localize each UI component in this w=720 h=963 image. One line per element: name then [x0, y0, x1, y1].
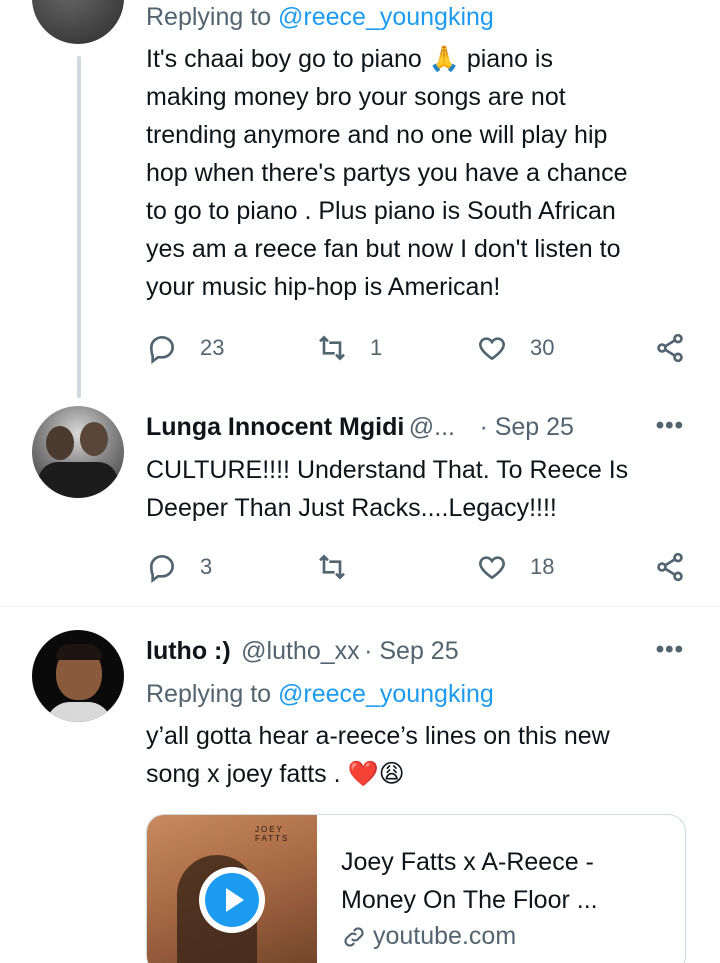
thread-line — [77, 56, 81, 398]
share-button[interactable] — [654, 328, 686, 368]
more-icon[interactable]: ••• — [656, 636, 684, 664]
memoji-shirt — [46, 702, 112, 722]
reply-icon — [149, 554, 175, 583]
retweet-icon — [319, 554, 345, 580]
display-name[interactable]: Lunga Innocent Mgidi — [146, 413, 404, 441]
tweet-text: y’all gotta hear a-reece’s lines on this… — [146, 722, 610, 788]
replying-to: Replying to @reece_youngking — [146, 3, 494, 31]
retweet-button[interactable] — [316, 547, 370, 587]
avatar[interactable] — [32, 406, 124, 498]
replying-handle[interactable]: @reece_youngking — [278, 3, 494, 31]
link-icon — [344, 926, 364, 947]
like-button[interactable]: 30 — [476, 328, 554, 368]
avatar[interactable] — [32, 0, 124, 44]
share-icon — [657, 333, 683, 363]
reply-count: 23 — [200, 335, 225, 360]
thumb-caption: JOEY FATTS — [255, 825, 290, 843]
like-count: 18 — [530, 554, 555, 579]
reply-icon — [149, 335, 175, 364]
timestamp[interactable]: · Sep 25 — [364, 637, 459, 665]
like-icon — [479, 337, 505, 361]
like-count: 30 — [530, 335, 555, 360]
play-icon[interactable] — [199, 867, 265, 933]
replying-to: Replying to @reece_youngking — [146, 680, 494, 708]
like-icon — [479, 556, 505, 580]
tweet-text: CULTURE!!!! Understand That. To Reece Is… — [146, 456, 629, 522]
share-icon — [657, 552, 683, 582]
tweet-header: Lunga Innocent Mgidi @... · Sep 25 — [146, 410, 574, 448]
tweet-actions: 23 1 30 — [146, 328, 691, 368]
memoji-hair — [56, 644, 102, 660]
retweet-button[interactable]: 1 — [316, 328, 382, 368]
handle[interactable]: @lutho_xx — [241, 637, 360, 665]
share-button[interactable] — [654, 547, 686, 587]
like-button[interactable]: 18 — [476, 547, 554, 587]
display-name[interactable]: lutho :) — [146, 637, 231, 665]
timestamp[interactable]: · Sep 25 — [479, 413, 574, 441]
tweet-text: It's chaai boy go to piano 🙏 piano is ma… — [146, 45, 628, 301]
person-shape — [46, 426, 74, 460]
reply-button[interactable]: 3 — [146, 547, 212, 587]
reply-count: 3 — [200, 554, 213, 579]
video-thumbnail[interactable]: JOEY FATTS — [147, 815, 317, 963]
more-icon[interactable]: ••• — [656, 412, 684, 440]
handle[interactable]: @... — [409, 413, 455, 441]
link-card[interactable]: JOEY FATTS Joey Fatts x A-Reece - Money … — [146, 814, 686, 963]
retweet-icon — [319, 335, 345, 361]
card-domain[interactable]: youtube.com — [341, 922, 516, 951]
tweet-actions: 3 18 — [146, 547, 691, 587]
retweet-count: 1 — [370, 335, 383, 360]
divider — [0, 606, 720, 607]
replying-handle[interactable]: @reece_youngking — [278, 680, 494, 708]
reply-button[interactable]: 23 — [146, 328, 224, 368]
clothes-shape — [38, 462, 118, 498]
person-shape — [80, 422, 108, 456]
card-title[interactable]: Joey Fatts x A-Reece - Money On The Floo… — [341, 843, 661, 919]
tweet-header: lutho :) @lutho_xx · Sep 25 — [146, 634, 459, 672]
avatar[interactable] — [32, 630, 124, 722]
